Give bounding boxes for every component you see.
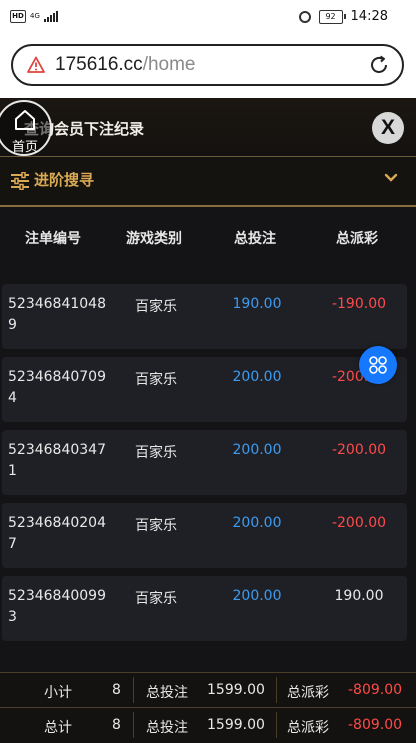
summary-footer: 小计 8 总投注 1599.00 总派彩 -809.00 总计 8 总投注 15…: [0, 672, 416, 743]
game-type: 百家乐: [135, 518, 177, 534]
status-bar: HD 4G 92 14:28: [0, 0, 416, 36]
signal-icon: [44, 11, 58, 22]
network-type: 4G: [30, 12, 40, 20]
home-button[interactable]: 首页: [0, 100, 52, 156]
total-payout: -200.00: [331, 515, 387, 531]
reload-icon[interactable]: [368, 54, 390, 76]
bet-id: 523468400993: [8, 588, 106, 625]
grid-icon: [369, 356, 387, 374]
chevron-down-icon[interactable]: [384, 173, 398, 183]
game-type: 百家乐: [135, 299, 177, 315]
home-icon: [15, 110, 35, 130]
bet-id: 523468402047: [8, 515, 106, 552]
filter-icon: [11, 172, 29, 190]
table-row[interactable]: 523468410489 百家乐 190.00 -190.00: [2, 284, 407, 349]
subtotal-bet: 1599.00: [207, 682, 265, 698]
divider: [133, 712, 134, 738]
total-payout-label: 总派彩: [287, 720, 329, 736]
column-header-total-payout: 总派彩: [336, 231, 378, 247]
subtotal-payout-label: 总派彩: [287, 685, 329, 701]
total-payout: 190.00: [334, 588, 384, 604]
subtotal-row: 小计 8 总投注 1599.00 总派彩 -809.00: [0, 673, 416, 707]
total-payout: -200.00: [331, 442, 387, 458]
browser-toolbar: 175616.cc/home: [0, 36, 416, 98]
total-label: 总计: [44, 720, 72, 736]
table-row[interactable]: 523468403471 百家乐 200.00 -200.00: [2, 430, 407, 495]
subtotal-bet-label: 总投注: [146, 685, 188, 701]
advanced-search-label: 进阶搜寻: [34, 171, 95, 189]
app-content: 查询会员下注纪录 首页 X 进阶搜寻 注单编号 游戏类别 总投注 总派彩 523…: [0, 98, 416, 743]
url-text[interactable]: 175616.cc/home: [55, 54, 196, 76]
subtotal-count: 8: [112, 682, 121, 698]
address-bar[interactable]: 175616.cc/home: [11, 44, 404, 86]
divider: [133, 677, 134, 703]
warning-icon[interactable]: [27, 56, 45, 74]
column-header-total-bet: 总投注: [234, 231, 276, 247]
divider: [276, 677, 277, 703]
subtotal-label: 小计: [44, 685, 72, 701]
battery-icon: 92: [318, 9, 346, 24]
bet-id: 523468407094: [8, 369, 106, 406]
home-label: 首页: [12, 140, 39, 155]
subtotal-payout: -809.00: [348, 682, 403, 698]
table-header: 注单编号 游戏类别 总投注 总派彩: [0, 207, 416, 267]
game-type: 百家乐: [135, 372, 177, 388]
total-bet: 200.00: [232, 588, 282, 604]
game-type: 百家乐: [135, 591, 177, 607]
url-domain: 175616.cc: [55, 54, 143, 75]
bet-id: 523468403471: [8, 442, 106, 479]
total-row: 总计 8 总投注 1599.00 总派彩 -809.00: [0, 708, 416, 742]
column-header-bet-id: 注单编号: [25, 231, 81, 247]
status-right: 92 14:28: [298, 9, 388, 24]
status-left: HD 4G: [10, 10, 58, 23]
total-bet: 200.00: [232, 442, 282, 458]
page-header: 查询会员下注纪录 首页 X: [0, 98, 416, 156]
url-path: /home: [142, 54, 196, 75]
total-count: 8: [112, 717, 121, 733]
total-bet: 1599.00: [207, 717, 265, 733]
close-button[interactable]: X: [372, 112, 404, 144]
total-bet-label: 总投注: [146, 720, 188, 736]
table-row[interactable]: 523468400993 百家乐 200.00 190.00: [2, 576, 407, 641]
total-payout: -190.00: [331, 296, 387, 312]
advanced-search-toggle[interactable]: 进阶搜寻: [0, 157, 416, 205]
table-row[interactable]: 523468402047 百家乐 200.00 -200.00: [2, 503, 407, 568]
total-bet: 190.00: [232, 296, 282, 312]
total-bet: 200.00: [232, 515, 282, 531]
hd-badge: HD: [10, 10, 26, 23]
total-payout: -809.00: [348, 717, 403, 733]
table-row[interactable]: 523468407094 百家乐 200.00 -200.00: [2, 357, 407, 422]
status-time: 14:28: [350, 9, 388, 24]
divider: [276, 712, 277, 738]
bet-id: 523468410489: [8, 296, 106, 333]
game-type: 百家乐: [135, 445, 177, 461]
floating-menu-button[interactable]: [359, 346, 397, 384]
alarm-icon: [298, 10, 311, 23]
total-bet: 200.00: [232, 369, 282, 385]
column-header-game-type: 游戏类别: [126, 231, 182, 247]
